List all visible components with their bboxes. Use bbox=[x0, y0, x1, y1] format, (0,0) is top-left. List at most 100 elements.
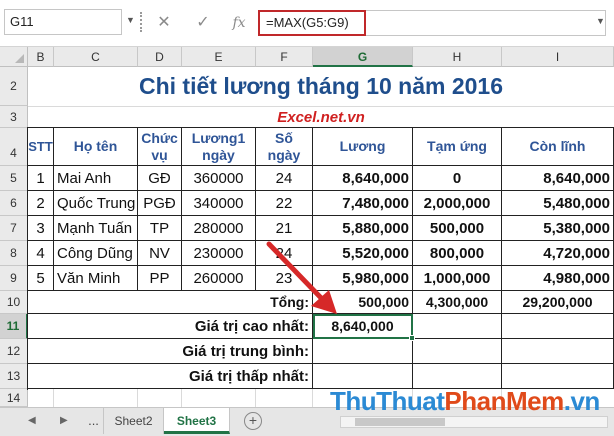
row-header-12[interactable]: 12 bbox=[0, 339, 28, 364]
row-header-13[interactable]: 13 bbox=[0, 364, 28, 389]
cell-salary[interactable]: 8,640,000 bbox=[313, 166, 413, 191]
cell-name[interactable]: Quốc Trung bbox=[54, 191, 138, 216]
cell-stt[interactable]: 1 bbox=[28, 166, 54, 191]
cell-daily-wage[interactable]: 340000 bbox=[182, 191, 256, 216]
row-header-11[interactable]: 11 bbox=[0, 314, 28, 339]
header-name[interactable]: Họ tên bbox=[54, 128, 138, 166]
cell-advance[interactable]: 800,000 bbox=[413, 241, 502, 266]
cell-remaining[interactable]: 5,480,000 bbox=[502, 191, 614, 216]
min-label[interactable]: Giá trị thấp nhất: bbox=[28, 364, 313, 389]
row-header-6[interactable]: 6 bbox=[0, 191, 28, 216]
empty-cell[interactable] bbox=[413, 314, 502, 339]
cell-daily-wage[interactable]: 360000 bbox=[182, 166, 256, 191]
empty-cell[interactable] bbox=[413, 339, 502, 364]
column-header-b[interactable]: B bbox=[28, 47, 54, 67]
sheet-subtitle[interactable]: Excel.net.vn bbox=[28, 106, 614, 128]
header-advance[interactable]: Tạm ứng bbox=[413, 128, 502, 166]
cell-advance[interactable]: 500,000 bbox=[413, 216, 502, 241]
tab-sheet2[interactable]: Sheet2 bbox=[104, 408, 164, 434]
header-remaining[interactable]: Còn lĩnh bbox=[502, 128, 614, 166]
cell-name[interactable]: Mạnh Tuấn bbox=[54, 216, 138, 241]
name-box[interactable]: G11 bbox=[4, 9, 122, 35]
cell-remaining[interactable]: 4,720,000 bbox=[502, 241, 614, 266]
select-all-corner[interactable] bbox=[0, 47, 28, 67]
cancel-icon[interactable]: ✕ bbox=[153, 12, 175, 34]
header-stt[interactable]: STT bbox=[28, 128, 54, 166]
watermark-logo: ThuThuatPhanMem.vn bbox=[330, 384, 600, 418]
cell-advance[interactable]: 2,000,000 bbox=[413, 191, 502, 216]
column-header-c[interactable]: C bbox=[54, 47, 138, 67]
row-header-4[interactable]: 4 bbox=[0, 128, 28, 166]
fill-handle[interactable] bbox=[409, 335, 415, 341]
name-box-dropdown-icon[interactable]: ▼ bbox=[126, 15, 135, 25]
empty-cell[interactable] bbox=[502, 339, 614, 364]
cell-remaining[interactable]: 4,980,000 bbox=[502, 266, 614, 291]
sheet-title[interactable]: Chi tiết lương tháng 10 năm 2016 bbox=[28, 67, 614, 106]
cell-name[interactable]: Văn Minh bbox=[54, 266, 138, 291]
cell-stt[interactable]: 2 bbox=[28, 191, 54, 216]
annotation-arrow-icon bbox=[266, 241, 337, 314]
scrollbar-thumb[interactable] bbox=[355, 418, 445, 426]
total-remaining[interactable]: 29,200,000 bbox=[502, 291, 614, 314]
column-header-h[interactable]: H bbox=[413, 47, 502, 67]
column-header-i[interactable]: I bbox=[502, 47, 614, 67]
header-salary[interactable]: Lương bbox=[313, 128, 413, 166]
total-advance[interactable]: 4,300,000 bbox=[413, 291, 502, 314]
select-all-icon bbox=[15, 54, 24, 63]
cell-stt[interactable]: 4 bbox=[28, 241, 54, 266]
tab-scroll-right-icon[interactable]: ▶ bbox=[60, 415, 68, 426]
row-header-14[interactable]: 14 bbox=[0, 389, 28, 407]
formula-input[interactable]: =MAX(G5:G9) bbox=[258, 10, 366, 36]
formula-input-area[interactable] bbox=[366, 10, 606, 36]
cell-position[interactable]: GĐ bbox=[138, 166, 182, 191]
cell-name[interactable]: Công Dũng bbox=[54, 241, 138, 266]
tab-scroll-left-icon[interactable]: ◀ bbox=[28, 415, 36, 426]
cell-remaining[interactable]: 8,640,000 bbox=[502, 166, 614, 191]
cell-days[interactable]: 24 bbox=[256, 166, 313, 191]
enter-icon[interactable]: ✓ bbox=[192, 12, 214, 34]
cell-daily-wage[interactable]: 230000 bbox=[182, 241, 256, 266]
cell-days[interactable]: 21 bbox=[256, 216, 313, 241]
cell-position[interactable]: TP bbox=[138, 216, 182, 241]
header-position[interactable]: Chức vụ bbox=[138, 128, 182, 166]
empty-cell[interactable] bbox=[502, 314, 614, 339]
column-header-g[interactable]: G bbox=[313, 47, 413, 67]
expand-formula-bar-icon[interactable]: ▼ bbox=[596, 16, 605, 26]
header-daily-wage[interactable]: Lương1 ngày bbox=[182, 128, 256, 166]
tab-sheet3[interactable]: Sheet3 bbox=[164, 408, 230, 434]
cell-stt[interactable]: 5 bbox=[28, 266, 54, 291]
header-days[interactable]: Số ngày bbox=[256, 128, 313, 166]
formula-bar: G11 ▼ ✕ ✓ fx =MAX(G5:G9) ▼ bbox=[0, 0, 614, 47]
watermark-part3: .vn bbox=[563, 385, 601, 416]
row-header-10[interactable]: 10 bbox=[0, 291, 28, 314]
row-header-8[interactable]: 8 bbox=[0, 241, 28, 266]
insert-function-icon[interactable]: fx bbox=[228, 12, 250, 34]
cell-daily-wage[interactable]: 280000 bbox=[182, 216, 256, 241]
avg-label[interactable]: Giá trị trung bình: bbox=[28, 339, 313, 364]
cell-remaining[interactable]: 5,380,000 bbox=[502, 216, 614, 241]
cell-position[interactable]: PP bbox=[138, 266, 182, 291]
column-header-d[interactable]: D bbox=[138, 47, 182, 67]
gridline bbox=[255, 389, 256, 407]
cell-advance[interactable]: 0 bbox=[413, 166, 502, 191]
cell-days[interactable]: 22 bbox=[256, 191, 313, 216]
tab-overflow[interactable]: ... bbox=[84, 408, 104, 434]
empty-cell[interactable] bbox=[313, 339, 413, 364]
add-sheet-icon[interactable]: + bbox=[244, 412, 262, 430]
row-header-9[interactable]: 9 bbox=[0, 266, 28, 291]
cell-daily-wage[interactable]: 260000 bbox=[182, 266, 256, 291]
row-header-2[interactable]: 2 bbox=[0, 67, 28, 106]
row-header-5[interactable]: 5 bbox=[0, 166, 28, 191]
gridline bbox=[312, 389, 313, 407]
cell-salary[interactable]: 5,880,000 bbox=[313, 216, 413, 241]
cell-position[interactable]: PGĐ bbox=[138, 191, 182, 216]
row-header-7[interactable]: 7 bbox=[0, 216, 28, 241]
column-header-f[interactable]: F bbox=[256, 47, 313, 67]
cell-salary[interactable]: 7,480,000 bbox=[313, 191, 413, 216]
cell-stt[interactable]: 3 bbox=[28, 216, 54, 241]
cell-advance[interactable]: 1,000,000 bbox=[413, 266, 502, 291]
column-header-e[interactable]: E bbox=[182, 47, 256, 67]
cell-position[interactable]: NV bbox=[138, 241, 182, 266]
row-header-3[interactable]: 3 bbox=[0, 106, 28, 128]
cell-name[interactable]: Mai Anh bbox=[54, 166, 138, 191]
